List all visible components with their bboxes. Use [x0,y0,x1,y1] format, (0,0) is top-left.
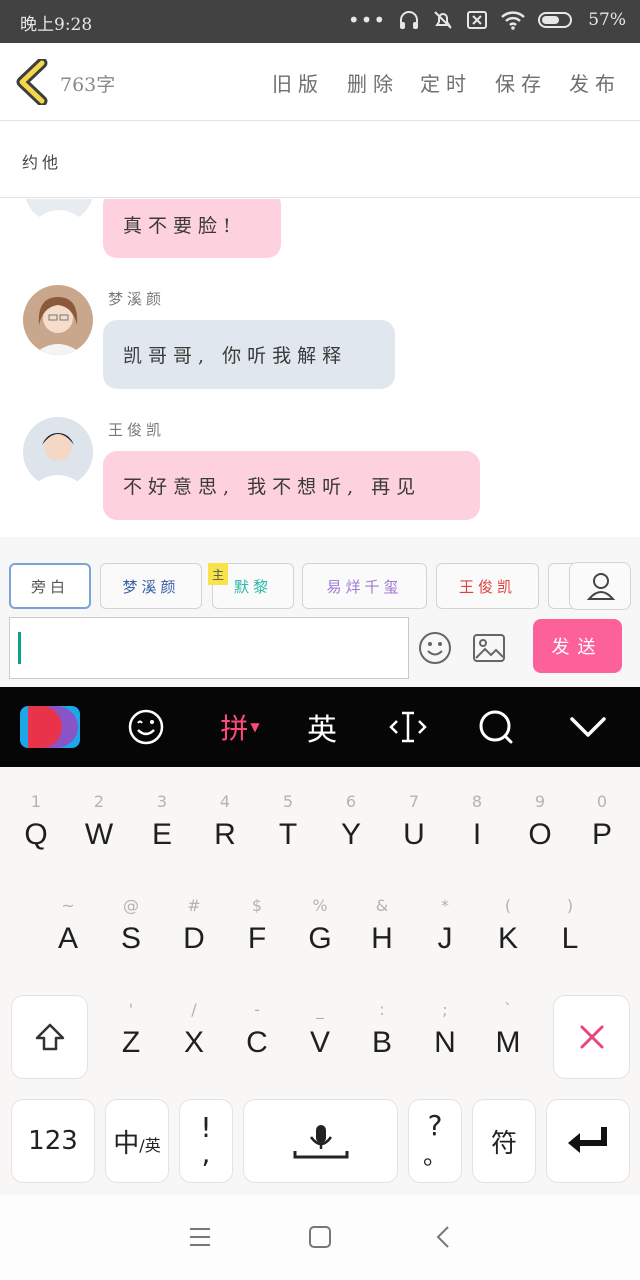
key-z[interactable]: ' Z [101,997,161,1087]
battery-percent: 57% [588,10,626,30]
sim-off-icon [467,11,488,29]
enter-icon [568,1127,607,1153]
key-n[interactable]: ; N [415,997,475,1087]
language-switch-key[interactable]: 中/英 [105,1099,169,1183]
key-e[interactable]: 3E [132,789,192,879]
key-u[interactable]: 7U [384,789,444,879]
back-button[interactable] [14,57,54,107]
key-q[interactable]: 1Q [6,789,66,879]
message-text: 不好意思, 我不想听, 再见 [123,476,422,498]
punctuation-key[interactable]: !, [179,1099,233,1183]
key-o[interactable]: 9O [510,789,570,879]
search-icon[interactable] [466,687,526,767]
message-bubble[interactable]: 不好意思, 我不想听, 再见 [103,451,480,520]
role-chip[interactable]: 王俊凯 [436,563,539,609]
key-f[interactable]: $ F [227,893,287,983]
system-nav-bar [0,1195,640,1280]
schedule-button[interactable]: 定时 [420,68,472,97]
key-j[interactable]: * J [415,893,475,983]
message-text: 凯哥哥, 你听我解释 [123,345,348,367]
message-bubble[interactable]: 凯哥哥, 你听我解释 [103,320,395,389]
key-p[interactable]: 0P [572,789,632,879]
key-g[interactable]: % G [290,893,350,983]
more-dots-icon: ••• [347,8,387,32]
key-r[interactable]: 4R [195,789,255,879]
boy-avatar[interactable] [23,417,93,487]
keyboard: 1Q 2W 3E 4R 5T 6Y 7U 8I 9O 0P ~ A @ S # D $… [0,767,640,1195]
key-a[interactable]: ~ A [38,893,98,983]
ime-logo-icon[interactable] [14,687,86,767]
key-b[interactable]: :B [352,997,412,1087]
person-icon [586,573,616,600]
message-bubble[interactable]: 真不要脸! [103,199,281,258]
shift-key[interactable] [11,995,88,1079]
home-icon[interactable] [308,1224,332,1250]
delete-button[interactable]: 删除 [347,68,399,97]
key-m[interactable]: ` M [478,997,538,1087]
chevron-left-icon [16,57,48,107]
ime-toolbar: 拼 ▼ 英 [0,687,640,767]
key-v[interactable]: _ V [290,997,350,1087]
key-x[interactable]: / X [164,997,224,1087]
role-selector-bar: 旁白 梦溪颜 默黎 主 易烊千玺 王俊凯 发送 [0,537,640,687]
title-text: 约他 [22,153,63,172]
image-icon[interactable] [472,633,506,663]
pinyin-mode-button[interactable]: 拼 ▼ [210,687,270,767]
mute-bell-icon [434,11,452,29]
key-t[interactable]: 5T [258,789,318,879]
menu-icon[interactable] [188,1225,212,1249]
message-text: 真不要脸! [123,215,237,237]
battery-icon [538,12,573,28]
key-y[interactable]: 6Y [321,789,381,879]
emoji-icon[interactable] [418,631,452,665]
text-caret [18,632,21,664]
key-d[interactable]: # D [164,893,224,983]
editor-top-bar: 763字 旧版 删除 定时 保存 发布 [0,43,640,121]
status-bar: 晚上9:28 ••• 57% [0,0,640,43]
wifi-icon [501,11,526,30]
cursor-move-icon[interactable] [378,687,438,767]
emoji-toggle-icon[interactable] [116,687,176,767]
key-h[interactable]: & H [352,893,412,983]
old-version-button[interactable]: 旧版 [272,68,324,97]
sender-name: 梦溪颜 [108,290,166,308]
key-k[interactable]: (K [478,893,538,983]
message-input[interactable] [9,617,409,679]
headset-icon [400,11,419,29]
punctuation-key-2[interactable]: ?。 [408,1099,462,1183]
microphone-icon [293,1125,348,1159]
collapse-keyboard-icon[interactable] [558,687,618,767]
number-key[interactable]: 123 [11,1099,95,1183]
boy-avatar[interactable] [24,199,94,223]
delete-key[interactable] [553,995,630,1079]
word-count: 763字 [60,74,116,96]
status-time: 晚上9:28 [20,15,93,35]
enter-key[interactable] [546,1099,630,1183]
key-c[interactable]: -C [227,997,287,1087]
space-voice-key[interactable] [243,1099,398,1183]
sender-name: 王俊凯 [108,421,166,439]
symbol-key[interactable]: 符 [472,1099,536,1183]
role-chip-narrator[interactable]: 旁白 [9,563,91,609]
key-s[interactable]: @ S [101,893,161,983]
caret-down-icon: ▼ [250,720,260,734]
role-chip[interactable]: 梦溪颜 [100,563,202,609]
publish-button[interactable]: 发布 [569,68,621,97]
girl-avatar[interactable] [23,285,93,355]
english-mode-button[interactable]: 英 [292,687,352,767]
shift-icon [35,1023,64,1051]
close-icon [580,1025,603,1049]
key-w[interactable]: 2W [69,789,129,879]
host-badge: 主 [208,563,228,585]
key-l[interactable]: ) L [540,893,600,983]
key-i[interactable]: 8I [447,789,507,879]
role-chip[interactable]: 易烊千玺 [302,563,427,609]
send-button[interactable]: 发送 [533,619,622,673]
title-field[interactable]: 约他 [0,121,640,198]
back-nav-icon[interactable] [432,1224,456,1250]
chat-area[interactable]: 真不要脸! 梦溪颜 凯哥哥, 你听我解释 王俊凯 不好意思, 我不想听, 再见 [0,199,640,537]
manage-roles-button[interactable] [569,562,631,610]
save-button[interactable]: 保存 [495,68,547,97]
